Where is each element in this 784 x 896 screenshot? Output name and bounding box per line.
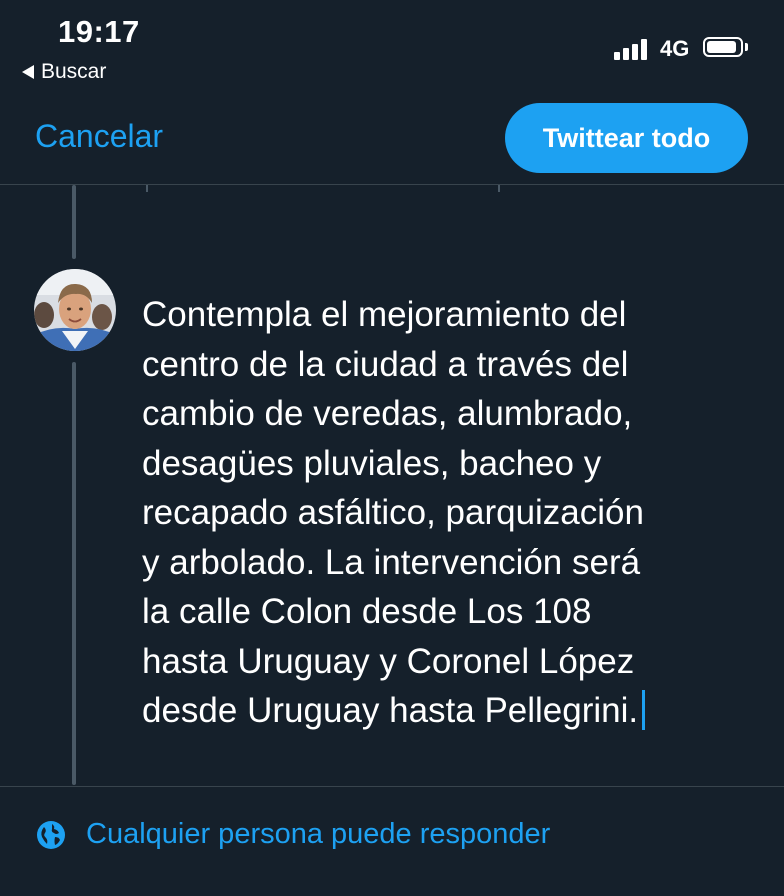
tweet-composer-screen: 19:17 Buscar 4G Cancelar Twittear todo C… — [0, 0, 784, 896]
previous-tweet-edge — [146, 185, 148, 192]
battery-icon — [703, 37, 743, 57]
network-type: 4G — [660, 36, 690, 61]
battery-level-fill — [707, 41, 736, 53]
footer-divider — [0, 786, 784, 787]
header-divider — [0, 184, 784, 185]
cancel-button[interactable]: Cancelar — [35, 118, 163, 155]
avatar-image — [34, 269, 116, 351]
reply-setting-button[interactable]: Cualquier persona puede responder — [36, 818, 550, 851]
reply-setting-label: Cualquier persona puede responder — [86, 818, 551, 850]
status-bar: 19:17 Buscar 4G — [0, 0, 784, 96]
tweet-all-button[interactable]: Twittear todo — [505, 103, 748, 173]
thread-connector-line — [72, 185, 76, 259]
text-cursor — [642, 690, 646, 730]
tweet-text-input[interactable]: Contempla el mejoramiento del centro de … — [142, 290, 752, 736]
status-time: 19:17 — [58, 14, 140, 49]
back-app-label: Buscar — [41, 60, 107, 83]
cellular-signal-icon — [614, 38, 652, 60]
thread-connector-line — [72, 362, 76, 785]
battery-tip — [745, 43, 748, 51]
globe-icon — [37, 820, 65, 849]
tweet-text: Contempla el mejoramiento del centro de … — [142, 295, 644, 730]
back-arrow-icon — [22, 65, 34, 79]
avatar[interactable] — [34, 269, 116, 351]
back-to-app-link[interactable]: Buscar — [22, 60, 106, 84]
previous-tweet-edge — [498, 185, 500, 192]
